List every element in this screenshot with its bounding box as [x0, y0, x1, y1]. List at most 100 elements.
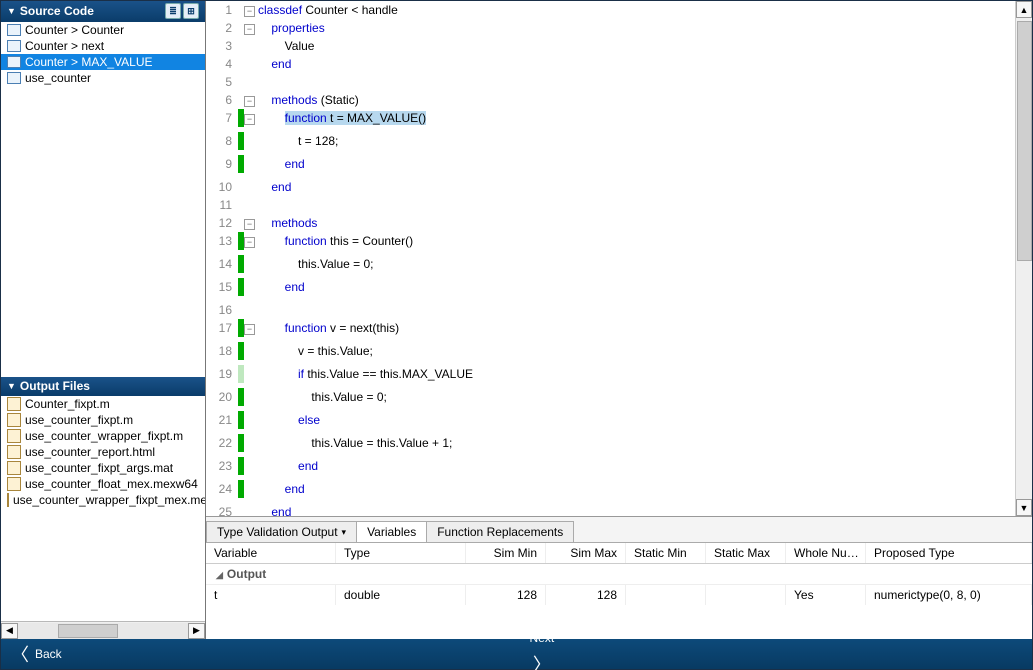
- code-line[interactable]: 6− methods (Static): [206, 91, 1015, 109]
- code-line[interactable]: 9 end: [206, 155, 1015, 178]
- view-list-icon[interactable]: ≣: [165, 3, 181, 19]
- tab-variables[interactable]: Variables: [356, 521, 427, 542]
- fold-minus-icon[interactable]: −: [244, 219, 255, 230]
- code-line[interactable]: 22 this.Value = this.Value + 1;: [206, 434, 1015, 457]
- source-code-header[interactable]: ▼ Source Code ≣ ⊞: [1, 1, 205, 22]
- fold-gutter[interactable]: [244, 155, 258, 178]
- dropdown-icon[interactable]: ▾: [342, 527, 347, 538]
- code-line[interactable]: 5: [206, 73, 1015, 91]
- code-line[interactable]: 21 else: [206, 411, 1015, 434]
- fold-gutter[interactable]: [244, 132, 258, 155]
- fold-gutter[interactable]: [244, 434, 258, 457]
- code-text: if this.Value == this.MAX_VALUE: [258, 365, 1015, 388]
- line-number: 23: [206, 457, 238, 480]
- tab-type-validation[interactable]: Type Validation Output ▾: [206, 521, 357, 542]
- fold-gutter[interactable]: [244, 342, 258, 365]
- fold-minus-icon[interactable]: −: [244, 324, 255, 335]
- back-button[interactable]: 〈 Back: [11, 641, 62, 667]
- fold-gutter[interactable]: [244, 457, 258, 480]
- output-item[interactable]: use_counter_wrapper_fixpt_mex.mexw64: [1, 492, 205, 508]
- code-line[interactable]: 13− function this = Counter(): [206, 232, 1015, 255]
- code-line[interactable]: 20 this.Value = 0;: [206, 388, 1015, 411]
- fold-gutter[interactable]: [244, 196, 258, 214]
- col-proposed-type[interactable]: Proposed Type: [866, 543, 1032, 563]
- fold-gutter[interactable]: −: [244, 232, 258, 255]
- output-files-header[interactable]: ▼ Output Files: [1, 377, 205, 396]
- fold-gutter[interactable]: [244, 388, 258, 411]
- output-item[interactable]: use_counter_report.html: [1, 444, 205, 460]
- table-row[interactable]: tdouble128128Yesnumerictype(0, 8, 0): [206, 585, 1032, 605]
- fold-minus-icon[interactable]: −: [244, 6, 255, 17]
- col-whole-number[interactable]: Whole Nu…: [786, 543, 866, 563]
- fold-gutter[interactable]: [244, 278, 258, 301]
- fold-minus-icon[interactable]: −: [244, 24, 255, 35]
- code-line[interactable]: 14 this.Value = 0;: [206, 255, 1015, 278]
- group-output[interactable]: ◢Output: [206, 564, 1032, 585]
- next-button[interactable]: Next 〉: [62, 631, 1022, 670]
- code-line[interactable]: 10 end: [206, 178, 1015, 196]
- code-editor[interactable]: 1−classdef Counter < handle2− properties…: [206, 1, 1032, 516]
- code-text: function t = MAX_VALUE(): [258, 109, 1015, 132]
- code-line[interactable]: 17− function v = next(this): [206, 319, 1015, 342]
- editor-vscrollbar[interactable]: ▲ ▼: [1015, 1, 1032, 516]
- code-line[interactable]: 16: [206, 301, 1015, 319]
- view-tree-icon[interactable]: ⊞: [183, 3, 199, 19]
- output-item[interactable]: Counter_fixpt.m: [1, 396, 205, 412]
- col-sim-max[interactable]: Sim Max: [546, 543, 626, 563]
- source-item[interactable]: use_counter: [1, 70, 205, 86]
- code-line[interactable]: 4 end: [206, 55, 1015, 73]
- fold-gutter[interactable]: [244, 480, 258, 503]
- fold-gutter[interactable]: [244, 365, 258, 388]
- sidebar-hscrollbar[interactable]: ◀ ▶: [1, 621, 205, 639]
- scroll-up-icon[interactable]: ▲: [1016, 1, 1032, 18]
- fold-gutter[interactable]: [244, 301, 258, 319]
- fold-gutter[interactable]: −: [244, 19, 258, 37]
- code-line[interactable]: 3 Value: [206, 37, 1015, 55]
- col-sim-min[interactable]: Sim Min: [466, 543, 546, 563]
- fold-gutter[interactable]: [244, 55, 258, 73]
- output-item[interactable]: use_counter_float_mex.mexw64: [1, 476, 205, 492]
- code-line[interactable]: 25 end: [206, 503, 1015, 516]
- fold-gutter[interactable]: [244, 178, 258, 196]
- scroll-left-icon[interactable]: ◀: [1, 623, 18, 639]
- scroll-track[interactable]: [18, 623, 188, 639]
- output-item[interactable]: use_counter_fixpt_args.mat: [1, 460, 205, 476]
- fold-gutter[interactable]: [244, 411, 258, 434]
- source-item[interactable]: Counter > Counter: [1, 22, 205, 38]
- fold-gutter[interactable]: −: [244, 214, 258, 232]
- output-item[interactable]: use_counter_wrapper_fixpt.m: [1, 428, 205, 444]
- scroll-thumb[interactable]: [58, 624, 118, 638]
- code-line[interactable]: 23 end: [206, 457, 1015, 480]
- fold-gutter[interactable]: −: [244, 91, 258, 109]
- col-variable[interactable]: Variable: [206, 543, 336, 563]
- code-line[interactable]: 12− methods: [206, 214, 1015, 232]
- scroll-down-icon[interactable]: ▼: [1016, 499, 1032, 516]
- code-line[interactable]: 15 end: [206, 278, 1015, 301]
- code-line[interactable]: 11: [206, 196, 1015, 214]
- tab-function-replacements[interactable]: Function Replacements: [426, 521, 574, 542]
- fold-gutter[interactable]: −: [244, 319, 258, 342]
- col-static-min[interactable]: Static Min: [626, 543, 706, 563]
- code-line[interactable]: 19 if this.Value == this.MAX_VALUE: [206, 365, 1015, 388]
- scroll-thumb[interactable]: [1017, 21, 1032, 261]
- fold-gutter[interactable]: −: [244, 1, 258, 19]
- fold-minus-icon[interactable]: −: [244, 237, 255, 248]
- fold-gutter[interactable]: [244, 73, 258, 91]
- code-line[interactable]: 1−classdef Counter < handle: [206, 1, 1015, 19]
- fold-gutter[interactable]: [244, 37, 258, 55]
- source-item[interactable]: Counter > next: [1, 38, 205, 54]
- fold-minus-icon[interactable]: −: [244, 96, 255, 107]
- code-line[interactable]: 24 end: [206, 480, 1015, 503]
- fold-gutter[interactable]: [244, 255, 258, 278]
- code-line[interactable]: 18 v = this.Value;: [206, 342, 1015, 365]
- fold-gutter[interactable]: [244, 503, 258, 516]
- code-line[interactable]: 2− properties: [206, 19, 1015, 37]
- source-item[interactable]: Counter > MAX_VALUE: [1, 54, 205, 70]
- output-item[interactable]: use_counter_fixpt.m: [1, 412, 205, 428]
- code-line[interactable]: 7− function t = MAX_VALUE(): [206, 109, 1015, 132]
- fold-gutter[interactable]: −: [244, 109, 258, 132]
- fold-minus-icon[interactable]: −: [244, 114, 255, 125]
- col-static-max[interactable]: Static Max: [706, 543, 786, 563]
- col-type[interactable]: Type: [336, 543, 466, 563]
- code-line[interactable]: 8 t = 128;: [206, 132, 1015, 155]
